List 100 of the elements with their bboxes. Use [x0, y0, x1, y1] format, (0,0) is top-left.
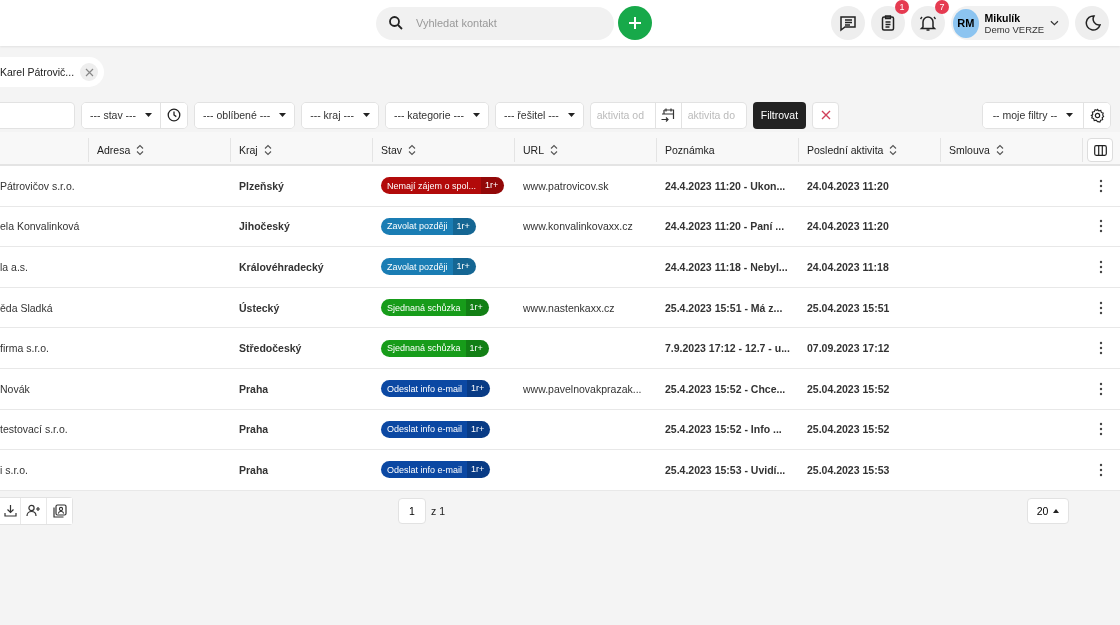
sort-icon	[263, 144, 272, 156]
table-cell: 25.04.2023 15:53	[807, 463, 890, 476]
search-icon	[388, 15, 404, 31]
avatar: RM	[953, 8, 979, 38]
dark-mode-button[interactable]	[1075, 6, 1109, 40]
table-cell: i s.r.o.	[0, 463, 28, 476]
status-tag: Odeslat info e-mail 1r+	[381, 380, 491, 398]
filter-select[interactable]: --- kategorie ---	[385, 102, 488, 128]
search-input[interactable]: Vyhledat kontakt	[414, 16, 598, 30]
clipboard-icon	[879, 14, 897, 32]
more-icon[interactable]	[1099, 219, 1103, 234]
columns-icon	[1093, 144, 1107, 156]
table-cell: ela Konvalinková	[0, 220, 80, 233]
status-tag: Nemají zájem o spol... 1r+	[381, 177, 505, 195]
table-cell: www.nastenkaxx.cz	[523, 301, 615, 314]
status-tag: Sjednaná schůzka 1r+	[381, 299, 489, 317]
filter-input[interactable]	[0, 101, 75, 129]
more-icon[interactable]	[1099, 422, 1103, 437]
table-cell: 25.4.2023 15:51 - Má z...	[665, 301, 783, 314]
status-tag: Sjednaná schůzka 1r+	[381, 339, 489, 357]
table-cell: Středočeský	[239, 342, 302, 355]
page-count: z 1	[431, 504, 445, 517]
table-cell: Praha	[239, 382, 269, 395]
sort-icon	[889, 144, 898, 156]
table-cell: 24.4.2023 11:18 - Nebyl...	[665, 261, 788, 273]
column-header[interactable]: Smlouva	[949, 144, 1004, 156]
add-button[interactable]	[618, 6, 652, 40]
caret-up-icon	[1053, 508, 1060, 513]
status-tag: Odeslat info e-mail 1r+	[381, 420, 491, 438]
sort-icon	[550, 144, 558, 156]
table-cell: 24.4.2023 11:20 - Paní ...	[665, 220, 785, 233]
filter-select[interactable]: --- kraj ---	[302, 102, 378, 128]
tab-label: Karel Pátrovič...	[0, 66, 75, 78]
status-tag: Zavolat později 1r+	[381, 217, 476, 235]
more-icon[interactable]	[1099, 300, 1103, 315]
table-cell: 25.4.2023 15:52 - Chce...	[665, 382, 786, 395]
table-cell: 25.04.2023 15:52	[807, 423, 890, 436]
close-button[interactable]	[80, 63, 99, 81]
date-to-field[interactable]: aktivita do	[681, 101, 747, 129]
filter-select[interactable]: --- řešitel ---	[495, 102, 583, 128]
table-cell: 25.04.2023 15:51	[807, 301, 890, 314]
caret-icon	[567, 113, 575, 117]
contact-card-button[interactable]	[46, 497, 72, 524]
column-header[interactable]: Adresa	[97, 144, 145, 156]
chat-icon	[839, 14, 857, 32]
table-cell: 24.04.2023 11:20	[807, 220, 889, 233]
tasks-button[interactable]	[871, 6, 905, 40]
column-header[interactable]: Kraj	[239, 144, 272, 156]
filter-button[interactable]: Filtrovat	[752, 101, 807, 129]
add-user-icon	[26, 504, 41, 518]
column-header[interactable]: Stav	[381, 144, 416, 156]
table-cell: 25.4.2023 15:52 - Info ...	[665, 423, 782, 436]
filter-select[interactable]: --- oblíbené ---	[195, 102, 295, 128]
close-icon	[820, 110, 831, 120]
table-cell: la a.s.	[0, 261, 28, 273]
page-number[interactable]: 1	[398, 497, 426, 524]
count-badge: 1	[895, 0, 909, 14]
messages-button[interactable]	[831, 6, 865, 40]
table-cell: Praha	[239, 463, 269, 476]
bell-icon	[919, 14, 937, 32]
table-cell: 7.9.2023 17:12 - 12.7 - u...	[665, 342, 790, 355]
table-cell: 07.09.2023 17:12	[807, 342, 890, 355]
table-cell: Pátrovičov s.r.o.	[0, 179, 75, 192]
table-cell: Královéhradecký	[239, 261, 324, 273]
sort-icon	[995, 144, 1004, 156]
more-icon[interactable]	[1099, 341, 1103, 356]
more-icon[interactable]	[1099, 462, 1103, 477]
user-subtitle: Demo VERZE	[984, 23, 1045, 35]
columns-button[interactable]	[1087, 138, 1113, 162]
column-header[interactable]: Poznámka	[665, 144, 715, 156]
table-cell: www.patrovicov.sk	[523, 179, 609, 192]
contact-card-icon	[52, 503, 67, 518]
more-icon[interactable]	[1099, 178, 1103, 193]
caret-icon	[279, 113, 287, 117]
chevron-down-icon	[1050, 19, 1059, 27]
table-cell: 24.04.2023 11:20	[807, 179, 889, 192]
notifications-button[interactable]	[911, 6, 945, 40]
close-icon	[84, 67, 94, 77]
contact-tab[interactable]: Karel Pátrovič...	[0, 57, 105, 87]
table-cell: 24.04.2023 11:18	[807, 261, 889, 273]
calendar-icon	[660, 107, 677, 123]
date-from-field[interactable]: aktivita od	[589, 101, 655, 129]
column-header[interactable]: Poslední aktivita	[807, 144, 898, 156]
plus-icon	[627, 15, 643, 31]
search-field[interactable]: Vyhledat kontakt	[376, 6, 614, 40]
count-badge: 7	[935, 0, 949, 14]
more-icon[interactable]	[1099, 381, 1103, 396]
more-icon[interactable]	[1099, 260, 1103, 274]
status-tag: Zavolat později 1r+	[381, 258, 476, 276]
column-header[interactable]: URL	[523, 144, 558, 156]
page-size-select[interactable]: 20	[1027, 497, 1069, 524]
date-range-button[interactable]	[654, 101, 682, 129]
table-cell: 24.4.2023 11:20 - Ukon...	[665, 179, 786, 192]
sort-icon	[136, 144, 145, 156]
download-icon	[3, 504, 17, 518]
user-name: Mikulík	[984, 11, 1021, 24]
table-cell: Plzeňský	[239, 179, 284, 192]
status-tag: Odeslat info e-mail 1r+	[381, 461, 491, 479]
table-cell: 25.4.2023 15:53 - Uvidí...	[665, 463, 786, 476]
table-cell: firma s.r.o.	[0, 342, 49, 355]
